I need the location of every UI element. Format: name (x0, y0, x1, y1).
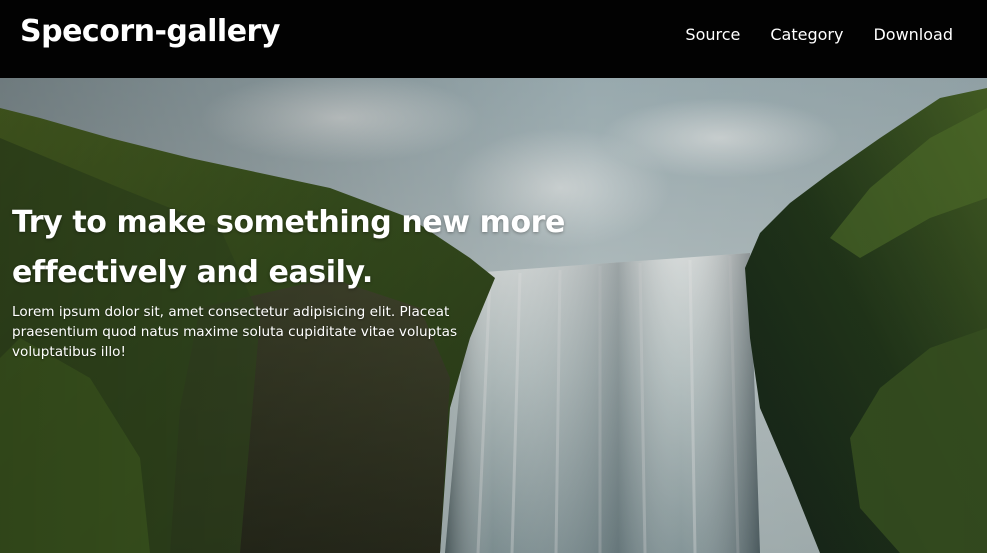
hero-paragraph: Lorem ipsum dolor sit, amet consectetur … (12, 304, 458, 360)
hero-heading: Try to make something new more effective… (12, 205, 566, 290)
nav-link-download[interactable]: Download (873, 25, 953, 44)
nav-link-source[interactable]: Source (685, 25, 740, 44)
nav-links: Source Category Download (685, 25, 953, 44)
page: Specorn-gallery Source Category Download (0, 0, 987, 553)
nav-link-category[interactable]: Category (770, 25, 843, 44)
site-logo[interactable]: Specorn-gallery (20, 14, 280, 49)
navbar: Specorn-gallery Source Category Download (0, 0, 987, 78)
hero-section: Try to make something new more effective… (0, 78, 987, 553)
hero-text-block: Try to make something new more effective… (12, 198, 582, 362)
